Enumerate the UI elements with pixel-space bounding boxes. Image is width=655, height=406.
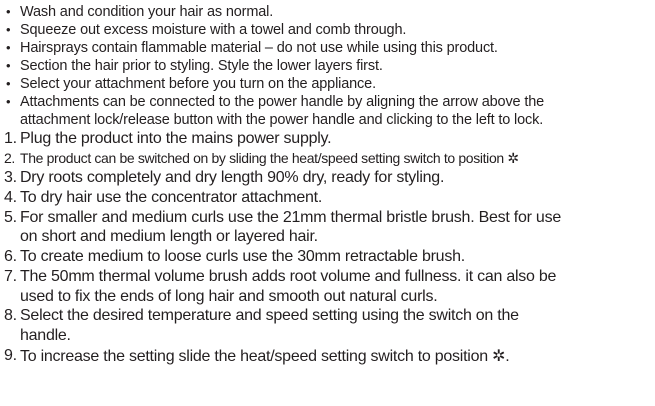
fan-speed-icon: ✲ (507, 150, 519, 167)
step-text: To create medium to loose curls use the … (20, 248, 465, 266)
step-text: For smaller and medium curls use the 21m… (20, 208, 561, 226)
step-item: 2. The product can be switched on by sli… (0, 149, 655, 169)
step-text: Plug the product into the mains power su… (20, 130, 332, 147)
bullet-text: attachment lock/release button with the … (20, 112, 544, 128)
list-item: • Hairsprays contain flammable material … (0, 39, 655, 57)
step-item: 8. Select the desired temperature and sp… (0, 306, 655, 326)
step-text: handle. (20, 326, 71, 344)
step-number: 9. (4, 346, 17, 364)
bullet-text: Hairsprays contain flammable material – … (20, 40, 498, 56)
step-item-continuation: on short and medium length or layered ha… (0, 227, 655, 247)
step-item: 5. For smaller and medium curls use the … (0, 208, 655, 228)
step-text-wrapper: The product can be switched on by slidin… (20, 149, 519, 170)
bullet-text: Squeeze out excess moisture with a towel… (20, 22, 407, 38)
step-text: The product can be switched on by slidin… (20, 149, 504, 166)
step-item: 9. To increase the setting slide the hea… (0, 346, 655, 366)
bullet-marker: • (6, 4, 11, 19)
step-text: Select the desired temperature and speed… (20, 307, 519, 325)
step-number: 3. (4, 169, 17, 187)
step-item: 1. Plug the product into the mains power… (0, 129, 655, 149)
list-item-continuation: attachment lock/release button with the … (0, 111, 655, 129)
step-number: 1. (4, 130, 17, 147)
step-text: used to fix the ends of long hair and sm… (20, 287, 438, 305)
bullet-marker: • (6, 40, 11, 55)
step-number: 4. (4, 189, 17, 207)
bullet-marker: • (6, 76, 11, 91)
step-text: The 50mm thermal volume brush adds root … (20, 267, 557, 285)
step-text: To increase the setting slide the heat/s… (20, 347, 488, 365)
numbered-steps-list: 1. Plug the product into the mains power… (0, 129, 655, 365)
step-item: 6. To create medium to loose curls use t… (0, 247, 655, 267)
step-item: 3. Dry roots completely and dry length 9… (0, 168, 655, 188)
list-item: • Section the hair prior to styling. Sty… (0, 57, 655, 75)
list-item: • Squeeze out excess moisture with a tow… (0, 21, 655, 39)
bullet-text: Wash and condition your hair as normal. (20, 4, 274, 20)
list-item: • Wash and condition your hair as normal… (0, 3, 655, 21)
step-number: 2. (4, 149, 15, 166)
list-item: • Attachments can be connected to the po… (0, 93, 655, 111)
step-number: 6. (4, 248, 17, 266)
instructions-page: • Wash and condition your hair as normal… (0, 0, 655, 406)
bullet-marker: • (6, 58, 11, 73)
step-item: 4. To dry hair use the concentrator atta… (0, 188, 655, 208)
step-item-continuation: used to fix the ends of long hair and sm… (0, 287, 655, 307)
bullet-marker: • (6, 22, 11, 37)
step-text: Dry roots completely and dry length 90% … (20, 169, 445, 187)
step-text: To dry hair use the concentrator attachm… (20, 189, 323, 207)
preparation-bullet-list: • Wash and condition your hair as normal… (0, 3, 655, 129)
bullet-text: Section the hair prior to styling. Style… (20, 58, 383, 74)
step-text-wrapper: To increase the setting slide the heat/s… (20, 345, 510, 367)
step-text: on short and medium length or layered ha… (20, 228, 318, 246)
bullet-marker: • (6, 94, 11, 109)
fan-speed-icon: ✲ (492, 345, 506, 365)
step-text-suffix: . (505, 347, 510, 365)
bullet-text: Attachments can be connected to the powe… (20, 94, 545, 110)
step-number: 7. (4, 267, 17, 285)
list-item: • Select your attachment before you turn… (0, 75, 655, 93)
step-item-continuation: handle. (0, 326, 655, 346)
bullet-text: Select your attachment before you turn o… (20, 76, 376, 92)
step-number: 8. (4, 307, 17, 325)
step-item: 7. The 50mm thermal volume brush adds ro… (0, 267, 655, 287)
step-number: 5. (4, 208, 17, 226)
